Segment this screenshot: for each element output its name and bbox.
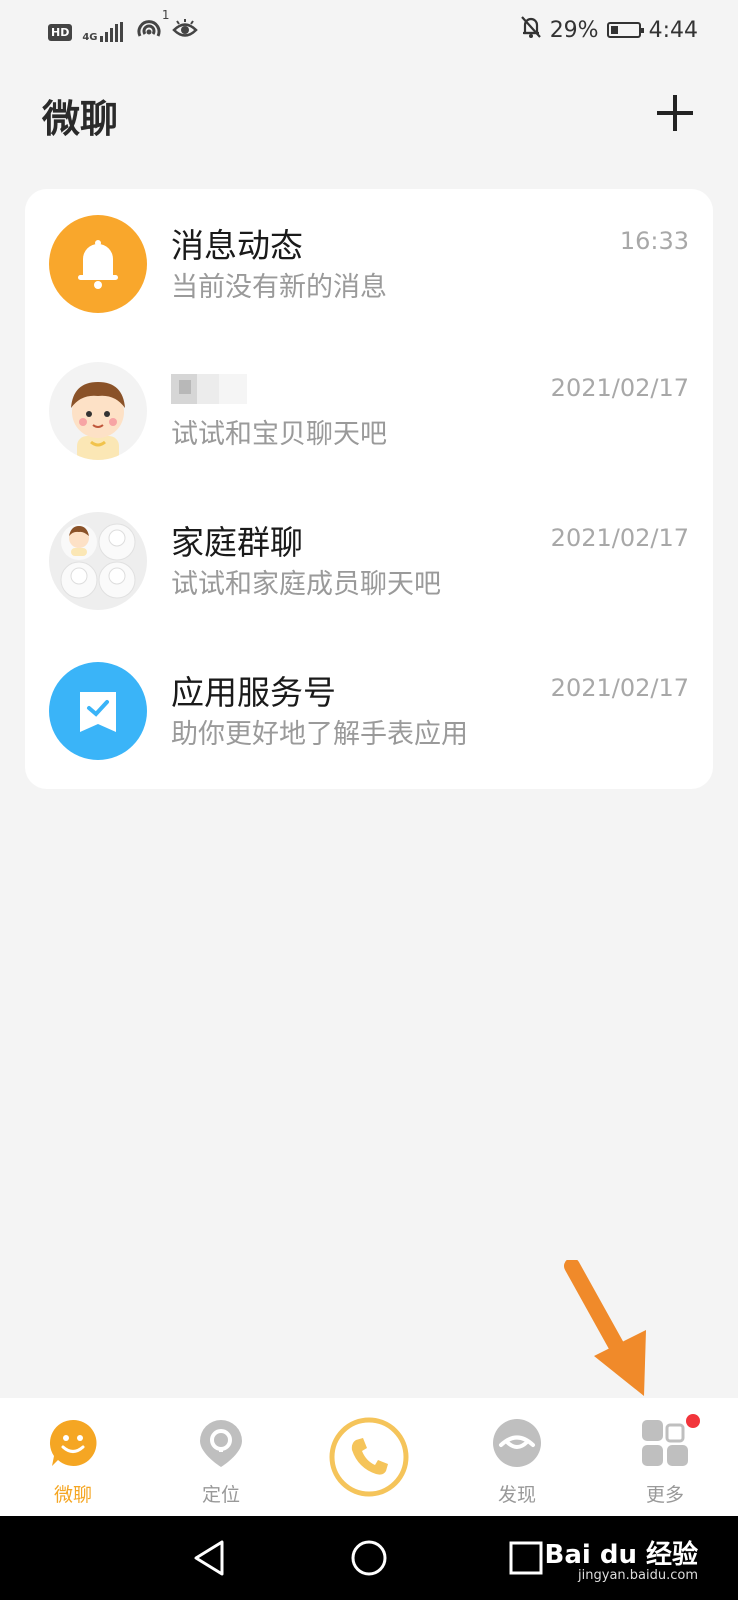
back-triangle-icon[interactable]	[190, 1538, 230, 1578]
tab-label: 更多	[645, 1484, 684, 1506]
group-avatar-icon	[49, 512, 147, 610]
conversation-title: 消息动态	[171, 226, 303, 265]
status-right: 29% 4:44	[520, 15, 698, 45]
bell-icon	[49, 215, 147, 313]
notification-badge	[686, 1414, 700, 1428]
conversation-preview: 试试和宝贝聊天吧	[171, 419, 387, 450]
list-item-message-feed[interactable]: 消息动态 当前没有新的消息 16:33	[25, 189, 713, 339]
conversation-time: 2021/02/17	[550, 674, 689, 702]
list-item-baby-chat[interactable]: 试试和宝贝聊天吧 2021/02/17	[25, 336, 713, 486]
list-item-family-group[interactable]: 家庭群聊 试试和家庭成员聊天吧 2021/02/17	[25, 486, 713, 636]
conversation-preview: 试试和家庭成员聊天吧	[171, 569, 441, 600]
status-left: HD 4G 1	[48, 8, 198, 46]
bottom-tab-bar: 微聊 定位 发现 更多	[0, 1398, 738, 1516]
tab-label: 微聊	[53, 1484, 92, 1506]
hd-icon: HD	[48, 23, 73, 41]
location-pin-icon	[200, 1420, 242, 1467]
add-button[interactable]	[652, 90, 698, 136]
child-avatar-icon	[49, 362, 147, 460]
recents-square-icon[interactable]	[506, 1538, 546, 1578]
battery-fill	[610, 26, 619, 34]
hotspot-icon: 1	[136, 8, 170, 46]
battery-icon	[606, 22, 644, 38]
tab-weiliao[interactable]: 微聊	[18, 1398, 128, 1516]
tab-label: 定位	[201, 1484, 240, 1506]
smile-chat-icon	[49, 1419, 97, 1466]
list-item-service-account[interactable]: 应用服务号 助你更好地了解手表应用 2021/02/17	[25, 636, 713, 786]
tab-label: 发现	[497, 1484, 536, 1506]
home-circle-icon[interactable]	[349, 1538, 389, 1578]
conversation-time: 16:33	[619, 227, 689, 255]
tab-location[interactable]: 定位	[166, 1398, 276, 1516]
grid-more-icon	[642, 1420, 688, 1466]
conversation-time: 2021/02/17	[550, 374, 689, 402]
system-nav-bar: Bai du 经验 jingyan.baidu.com	[0, 1516, 738, 1600]
page-title: 微聊	[42, 97, 119, 141]
clock: 4:44	[648, 17, 698, 43]
baidu-watermark: Bai du 经验	[544, 1540, 699, 1570]
tab-discover[interactable]: 发现	[462, 1398, 572, 1516]
blurred-contact-name	[171, 368, 251, 408]
mute-bell-icon	[520, 15, 542, 45]
eye-discover-icon	[493, 1419, 541, 1467]
conversation-list: 消息动态 当前没有新的消息 16:33 试试和宝贝聊天吧 2021/02/17	[25, 189, 713, 789]
status-bar: HD 4G 1 29% 4:44	[0, 0, 738, 62]
conversation-preview: 助你更好地了解手表应用	[171, 719, 468, 750]
conversation-title: 应用服务号	[171, 673, 336, 712]
eye-icon	[171, 19, 198, 45]
signal-icon: 4G	[82, 22, 125, 43]
plus-icon	[657, 95, 693, 131]
phone-icon	[329, 1417, 409, 1497]
conversation-time: 2021/02/17	[550, 524, 689, 552]
orange-arrow-annotation	[564, 1260, 646, 1396]
service-icon	[49, 662, 147, 760]
tab-more[interactable]: 更多	[610, 1398, 720, 1516]
tab-call[interactable]	[314, 1398, 424, 1516]
conversation-preview: 当前没有新的消息	[171, 272, 387, 303]
baidu-watermark-url: jingyan.baidu.com	[578, 1568, 698, 1583]
battery-percent: 29%	[549, 17, 599, 43]
conversation-title: 家庭群聊	[171, 523, 303, 562]
